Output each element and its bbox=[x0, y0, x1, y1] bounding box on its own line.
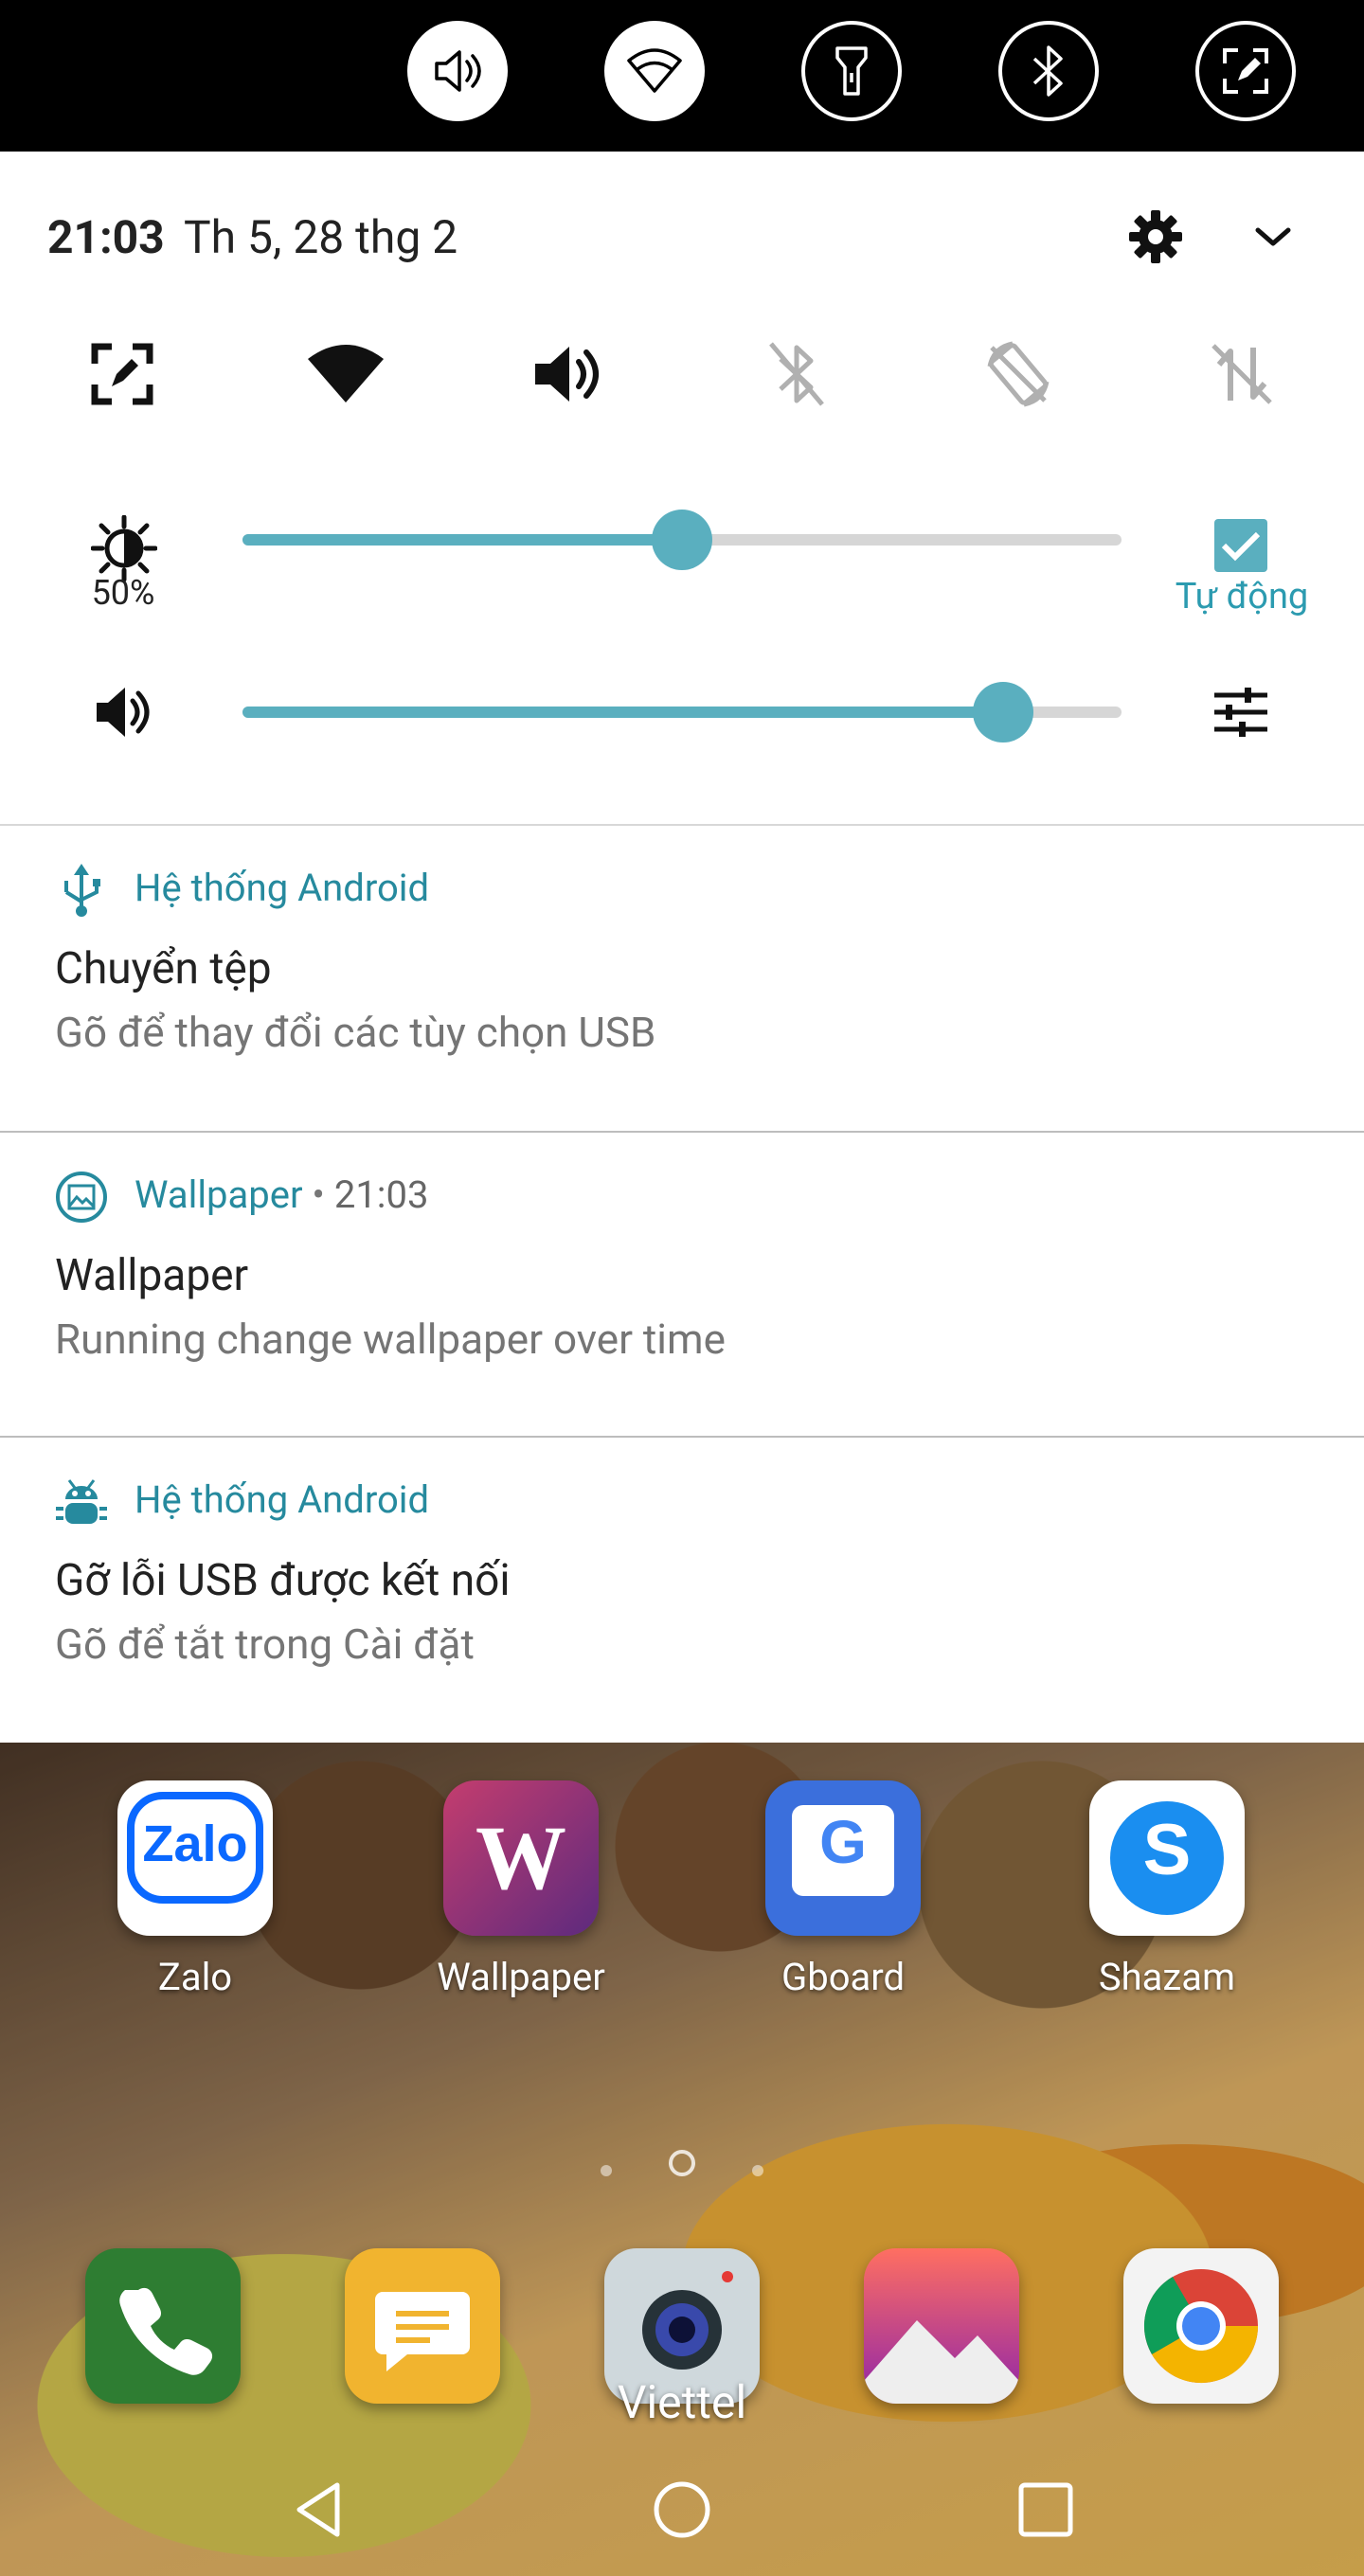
notification-usb-transfer[interactable]: Hệ thống Android Chuyển tệp Gõ để thay đ… bbox=[0, 826, 1364, 1129]
shade-time: 21:03 bbox=[47, 210, 165, 264]
notification-shade: 21:03 Th 5, 28 thg 2 50% Tự động Hệ thốn… bbox=[0, 152, 1364, 1743]
shazam-icon: S bbox=[1089, 1780, 1245, 1936]
notification-time: 21:03 bbox=[333, 1172, 429, 1217]
settings-button[interactable] bbox=[1125, 206, 1186, 267]
chevron-down-icon bbox=[1255, 227, 1291, 246]
flashlight-toggle[interactable] bbox=[801, 21, 902, 121]
wifi-toggle[interactable] bbox=[604, 21, 705, 121]
volume-icon bbox=[535, 347, 599, 402]
flashlight-icon bbox=[835, 46, 868, 96]
zalo-icon: Zalo bbox=[117, 1780, 273, 1936]
notification-title: Wallpaper bbox=[55, 1250, 249, 1301]
app-zalo[interactable]: Zalo Zalo bbox=[91, 1780, 299, 1999]
app-gboard[interactable]: G Gboard bbox=[739, 1780, 947, 1999]
app-shazam[interactable]: S Shazam bbox=[1063, 1780, 1271, 1999]
app-label: Gboard bbox=[781, 1955, 906, 1999]
notification-body: Running change wallpaper over time bbox=[55, 1315, 726, 1364]
gboard-icon: G bbox=[765, 1780, 921, 1936]
brightness-slider-thumb[interactable] bbox=[652, 510, 712, 570]
bluetooth-icon bbox=[1032, 45, 1063, 97]
wifi-icon bbox=[308, 345, 384, 402]
brightness-slider[interactable] bbox=[242, 510, 1122, 570]
notification-app-name: Hệ thống Android bbox=[135, 1477, 430, 1522]
page-dot bbox=[752, 2165, 763, 2176]
home-icon bbox=[654, 2481, 710, 2538]
volume-slider[interactable] bbox=[242, 682, 1122, 742]
recents-icon bbox=[1018, 2482, 1073, 2537]
tile-rotation[interactable] bbox=[976, 331, 1061, 417]
notification-app-name: Hệ thống Android bbox=[135, 866, 430, 910]
bug-icon bbox=[55, 1476, 108, 1529]
volume-icon bbox=[435, 50, 481, 92]
screen-capture-icon bbox=[91, 343, 153, 405]
volume-toggle[interactable] bbox=[407, 21, 508, 121]
sound-settings-button[interactable] bbox=[1211, 682, 1271, 742]
usb-icon bbox=[55, 864, 108, 917]
carrier-label: Viettel bbox=[617, 2375, 747, 2429]
wallpaper-app-icon: W bbox=[443, 1780, 599, 1936]
rotation-lock-icon bbox=[987, 341, 1050, 407]
wallpaper-icon bbox=[55, 1171, 108, 1224]
page-dot-active bbox=[669, 2150, 695, 2176]
volume-slider-thumb[interactable] bbox=[972, 682, 1033, 742]
brightness-icon bbox=[90, 514, 158, 582]
tile-wifi[interactable] bbox=[303, 331, 388, 417]
bluetooth-toggle[interactable] bbox=[998, 21, 1099, 121]
back-icon bbox=[296, 2482, 340, 2537]
notification-title: Chuyển tệp bbox=[55, 943, 272, 994]
app-label: Zalo bbox=[157, 1955, 233, 1999]
screen-capture-toggle[interactable] bbox=[1195, 21, 1296, 121]
page-dot bbox=[601, 2165, 612, 2176]
brightness-slider-fill bbox=[242, 534, 682, 546]
app-label: Wallpaper bbox=[437, 1955, 605, 1999]
volume-icon bbox=[93, 682, 153, 742]
tune-icon bbox=[1214, 688, 1267, 737]
navigation-bar bbox=[0, 2462, 1364, 2557]
brightness-percent: 50% bbox=[91, 573, 155, 613]
home-button[interactable] bbox=[648, 2476, 716, 2544]
notification-body: Gõ để thay đổi các tùy chọn USB bbox=[55, 1008, 656, 1057]
back-button[interactable] bbox=[286, 2476, 354, 2544]
collapse-button[interactable] bbox=[1243, 206, 1303, 267]
auto-brightness-label: Tự động bbox=[1175, 576, 1309, 617]
volume-slider-fill bbox=[242, 707, 1003, 718]
bluetooth-off-icon bbox=[769, 342, 824, 406]
tile-mobile-data[interactable] bbox=[1199, 331, 1284, 417]
screen-capture-icon bbox=[1223, 48, 1268, 94]
page-indicator bbox=[0, 2150, 1364, 2180]
status-bar bbox=[0, 0, 1364, 152]
notification-wallpaper[interactable]: Wallpaper • 21:03 Wallpaper Running chan… bbox=[0, 1133, 1364, 1436]
check-icon bbox=[1221, 531, 1261, 562]
tile-bluetooth[interactable] bbox=[754, 331, 839, 417]
notification-body: Gõ để tắt trong Cài đặt bbox=[55, 1619, 475, 1669]
notification-app-name: Wallpaper • 21:03 bbox=[135, 1172, 429, 1217]
tile-screen-capture[interactable] bbox=[80, 331, 165, 417]
tile-volume[interactable] bbox=[527, 331, 612, 417]
app-wallpaper[interactable]: W Wallpaper bbox=[417, 1780, 625, 1999]
recents-button[interactable] bbox=[1012, 2476, 1080, 2544]
notification-usb-debugging[interactable]: Hệ thống Android Gỡ lỗi USB được kết nối… bbox=[0, 1438, 1364, 1743]
shade-date: Th 5, 28 thg 2 bbox=[184, 210, 458, 264]
app-label: Shazam bbox=[1098, 1955, 1236, 1999]
gear-icon bbox=[1129, 210, 1182, 263]
data-off-icon bbox=[1211, 344, 1272, 404]
notification-title: Gỡ lỗi USB được kết nối bbox=[55, 1555, 511, 1606]
wifi-icon bbox=[627, 48, 682, 93]
auto-brightness-checkbox[interactable] bbox=[1214, 519, 1267, 572]
